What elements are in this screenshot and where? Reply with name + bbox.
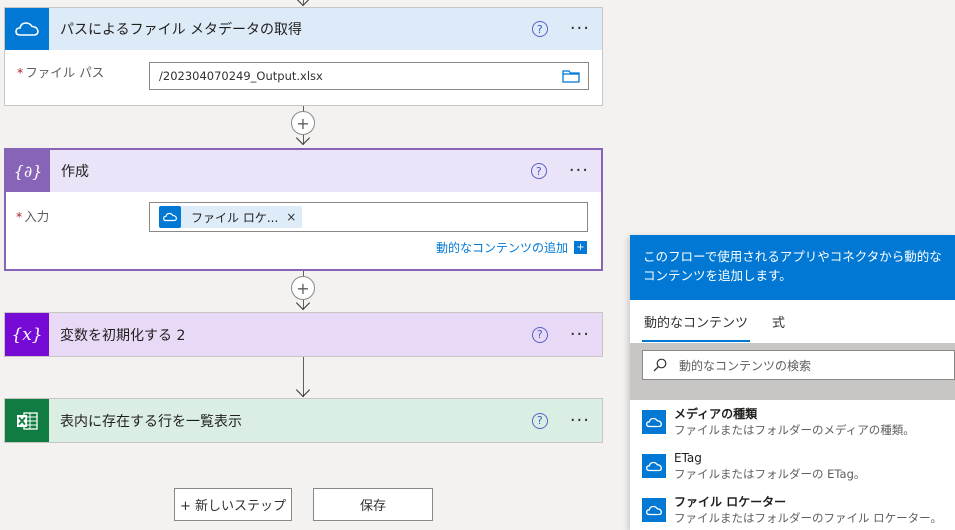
list-item-desc: ファイルまたはフォルダーの ETag。 (674, 467, 866, 481)
step-get-file-metadata: パスによるファイル メタデータの取得 ? ··· * ファイル パス /20230… (4, 7, 603, 106)
add-dynamic-content-icon: + (574, 241, 587, 254)
search-placeholder: 動的なコンテンツの検索 (679, 358, 812, 373)
more-options-icon[interactable]: ··· (570, 20, 590, 38)
step-header[interactable]: パスによるファイル メタデータの取得 ? ··· (5, 8, 602, 50)
dynamic-content-list: メディアの種類ファイルまたはフォルダーのメディアの種類。 ETag ファイルまたは… (630, 400, 955, 530)
list-item[interactable]: メディアの種類ファイルまたはフォルダーのメディアの種類。 (630, 403, 955, 447)
list-item-title: ファイル ロケーター (674, 495, 787, 509)
step-compose: {∂} 作成 ? ··· * 入力 ファイル ロケ... × 動的なコンテンツの追… (4, 148, 603, 271)
help-icon[interactable]: ? (531, 326, 548, 343)
onedrive-icon (642, 498, 666, 522)
step-title: 表内に存在する行を一覧表示 (60, 413, 242, 430)
field-row-file-path: * ファイル パス /202304070249_Output.xlsx (5, 50, 602, 106)
dynamic-token-file-locator[interactable]: ファイル ロケ... × (159, 206, 303, 228)
field-label: * 入力 (16, 206, 49, 225)
field-label: * ファイル パス (17, 62, 104, 81)
step-list-rows[interactable]: 表内に存在する行を一覧表示 ? ··· (4, 398, 603, 443)
more-options-icon[interactable]: ··· (570, 325, 590, 344)
step-header[interactable]: 表内に存在する行を一覧表示 ? ··· (5, 399, 602, 442)
list-item-title: ETag (674, 451, 702, 465)
file-path-value: /202304070249_Output.xlsx (159, 69, 323, 83)
variable-icon-glyph: {x} (11, 324, 43, 345)
search-icon (653, 358, 667, 372)
dynamic-content-panel: このフローで使用されるアプリやコネクタから動的なコンテンツを追加します。 動的な… (630, 235, 955, 530)
help-icon[interactable]: ? (531, 21, 548, 37)
search-area: 動的なコンテンツの検索 (630, 343, 955, 400)
more-options-icon[interactable]: ··· (570, 411, 590, 430)
list-item-desc: ファイルまたはフォルダーのメディアの種類。 (674, 423, 915, 437)
onedrive-icon (5, 8, 49, 50)
save-button[interactable]: 保存 (313, 488, 433, 521)
token-label: ファイル ロケ... (191, 210, 279, 225)
list-item[interactable]: ETag ファイルまたはフォルダーの ETag。 (630, 447, 955, 491)
compose-input-field[interactable]: ファイル ロケ... × (149, 202, 588, 232)
more-options-icon[interactable]: ··· (569, 162, 589, 180)
step-title: 変数を初期化する 2 (60, 327, 186, 344)
arrow-top (295, 0, 311, 7)
tab-dynamic-content[interactable]: 動的なコンテンツ (638, 300, 754, 342)
list-item-desc: ファイルまたはフォルダーのファイル ロケーター。 (674, 511, 943, 525)
required-mark: * (16, 209, 23, 224)
panel-tabs: 動的なコンテンツ 式 (630, 300, 955, 342)
list-item[interactable]: ファイル ロケーターファイルまたはフォルダーのファイル ロケーター。 (630, 491, 955, 530)
token-remove-icon[interactable]: × (286, 210, 302, 224)
compose-icon: {∂} (6, 150, 50, 192)
file-path-label: ファイル パス (25, 65, 105, 80)
step-title: 作成 (61, 164, 89, 180)
list-item-title: メディアの種類 (674, 407, 758, 421)
add-dynamic-content-label: 動的なコンテンツの追加 (435, 241, 568, 255)
excel-icon (5, 399, 49, 442)
help-icon[interactable]: ? (530, 163, 547, 179)
new-step-button[interactable]: + 新しいステップ (174, 488, 292, 521)
step-initialize-variable[interactable]: {x} 変数を初期化する 2 ? ··· (4, 312, 603, 357)
onedrive-icon (642, 410, 666, 434)
field-row-input: * 入力 ファイル ロケ... × 動的なコンテンツの追加 + (6, 192, 601, 269)
help-icon[interactable]: ? (531, 412, 548, 429)
variable-icon: {x} (5, 313, 49, 356)
add-dynamic-content-link[interactable]: 動的なコンテンツの追加 + (436, 239, 587, 256)
tab-expression[interactable]: 式 (766, 300, 791, 342)
step-header[interactable]: {∂} 作成 ? ··· (6, 150, 601, 192)
panel-description: このフローで使用されるアプリやコネクタから動的なコンテンツを追加します。 (630, 235, 955, 300)
step-title: パスによるファイル メタデータの取得 (60, 22, 303, 38)
dynamic-content-search-input[interactable]: 動的なコンテンツの検索 (642, 350, 955, 380)
step-header[interactable]: {x} 変数を初期化する 2 ? ··· (5, 313, 602, 356)
folder-icon[interactable] (562, 69, 580, 86)
input-label: 入力 (24, 209, 50, 224)
file-path-input[interactable]: /202304070249_Output.xlsx (149, 62, 589, 90)
onedrive-icon (642, 454, 666, 478)
arrow-down-icon (295, 382, 311, 398)
onedrive-icon (159, 206, 181, 228)
required-mark: * (17, 65, 24, 80)
